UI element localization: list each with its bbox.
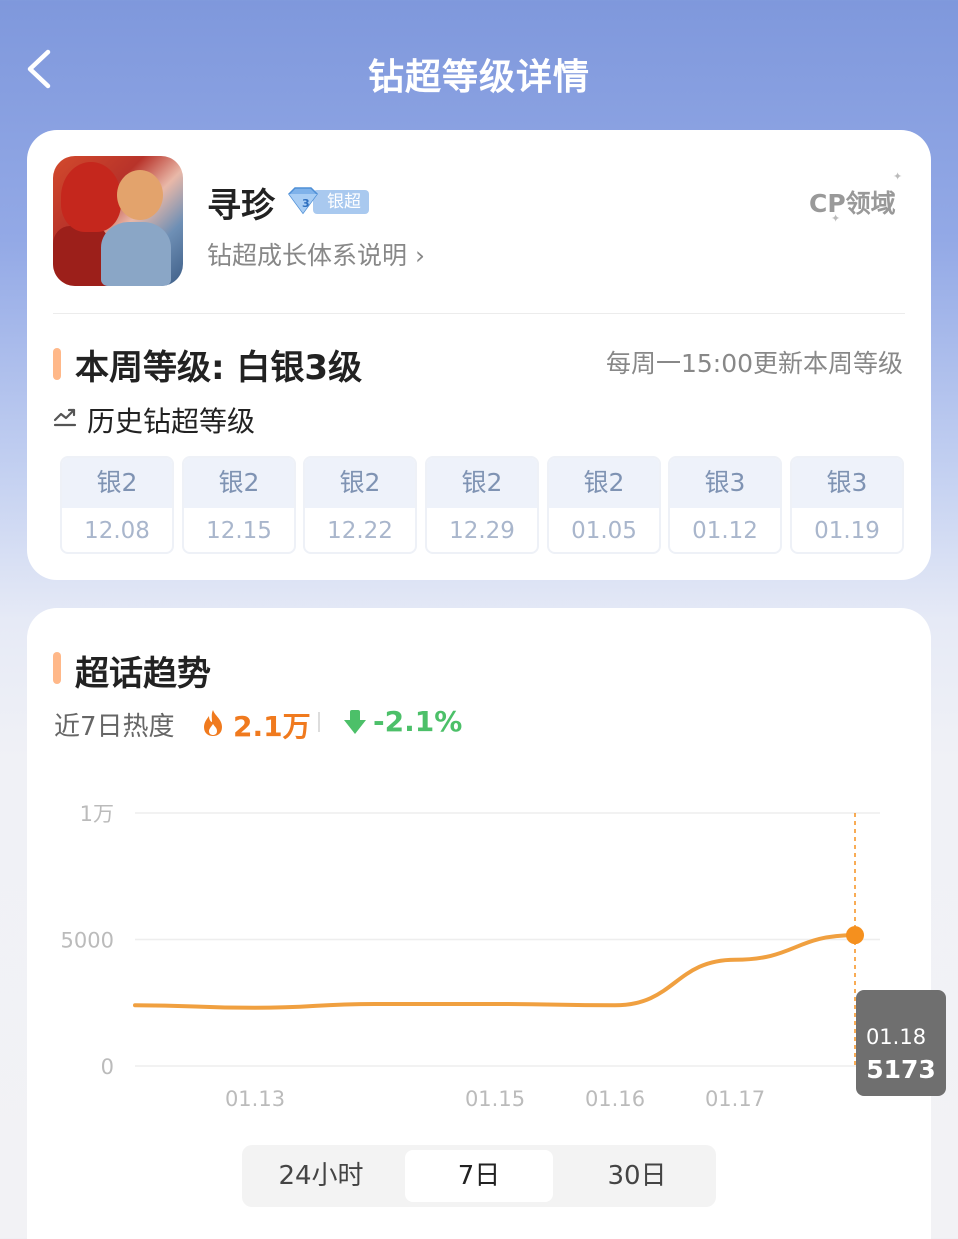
range-tabs: 24小时 7日 30日 [242,1145,716,1207]
level-history-item: 银3 01.19 [790,456,904,554]
level-card: 寻珍 银超 3 钻超成长体系说明 › CP领域 ✦ ✦ 本周等级: 白银3级 每… [27,130,931,580]
level-history-item: 银2 12.15 [182,456,296,554]
cp-area-text: CP领域 [809,189,896,218]
level-history-item: 银3 01.12 [668,456,782,554]
cp-area-label: CP领域 ✦ ✦ [809,170,902,225]
badge-label: 银超 [313,190,369,214]
level-history-item: 银2 12.29 [425,456,539,554]
trend-chart-icon [53,408,77,427]
heat-label: 近7日热度 [54,712,175,742]
tab-7d[interactable]: 7日 [405,1150,553,1202]
super-topic-name: 寻珍 [207,186,275,226]
heat-value: 2.1万 [233,710,311,743]
sparkle-icon: ✦ [831,212,841,225]
update-note: 每周一15:00更新本周等级 [605,349,903,378]
sparkle-icon: ✦ [893,170,903,183]
fire-icon [204,710,222,736]
current-level-title: 本周等级: 白银3级 [75,348,363,388]
arrow-down-icon [344,710,366,734]
trend-title: 超话趋势 [75,654,211,694]
diamond-icon: 3 [288,187,318,215]
divider [318,712,320,732]
heat-change: -2.1% [373,705,463,738]
section-marker [53,348,61,380]
silver-badge: 银超 3 [285,186,369,216]
tab-30d[interactable]: 30日 [563,1150,711,1202]
trend-card: 超话趋势 近7日热度 2.1万 -2.1% 24小时 7日 30日 [27,608,931,1239]
level-history-item: 银2 12.08 [60,456,174,554]
level-history-item: 银2 01.05 [547,456,661,554]
section-marker [53,652,61,684]
level-history-grid: 银2 12.08 银2 12.15 银2 12.22 银2 12.29 银2 01.05 … [60,456,906,554]
tab-24h[interactable]: 24小时 [247,1150,395,1202]
level-history-item: 银2 12.22 [303,456,417,554]
avatar[interactable] [53,156,183,286]
growth-system-link[interactable]: 钻超成长体系说明 › [207,236,425,272]
history-label: 历史钻超等级 [87,405,256,438]
page-title: 钻超等级详情 [367,57,590,98]
header: 钻超等级详情 [0,0,958,130]
divider [53,313,905,314]
badge-number: 3 [302,197,310,210]
